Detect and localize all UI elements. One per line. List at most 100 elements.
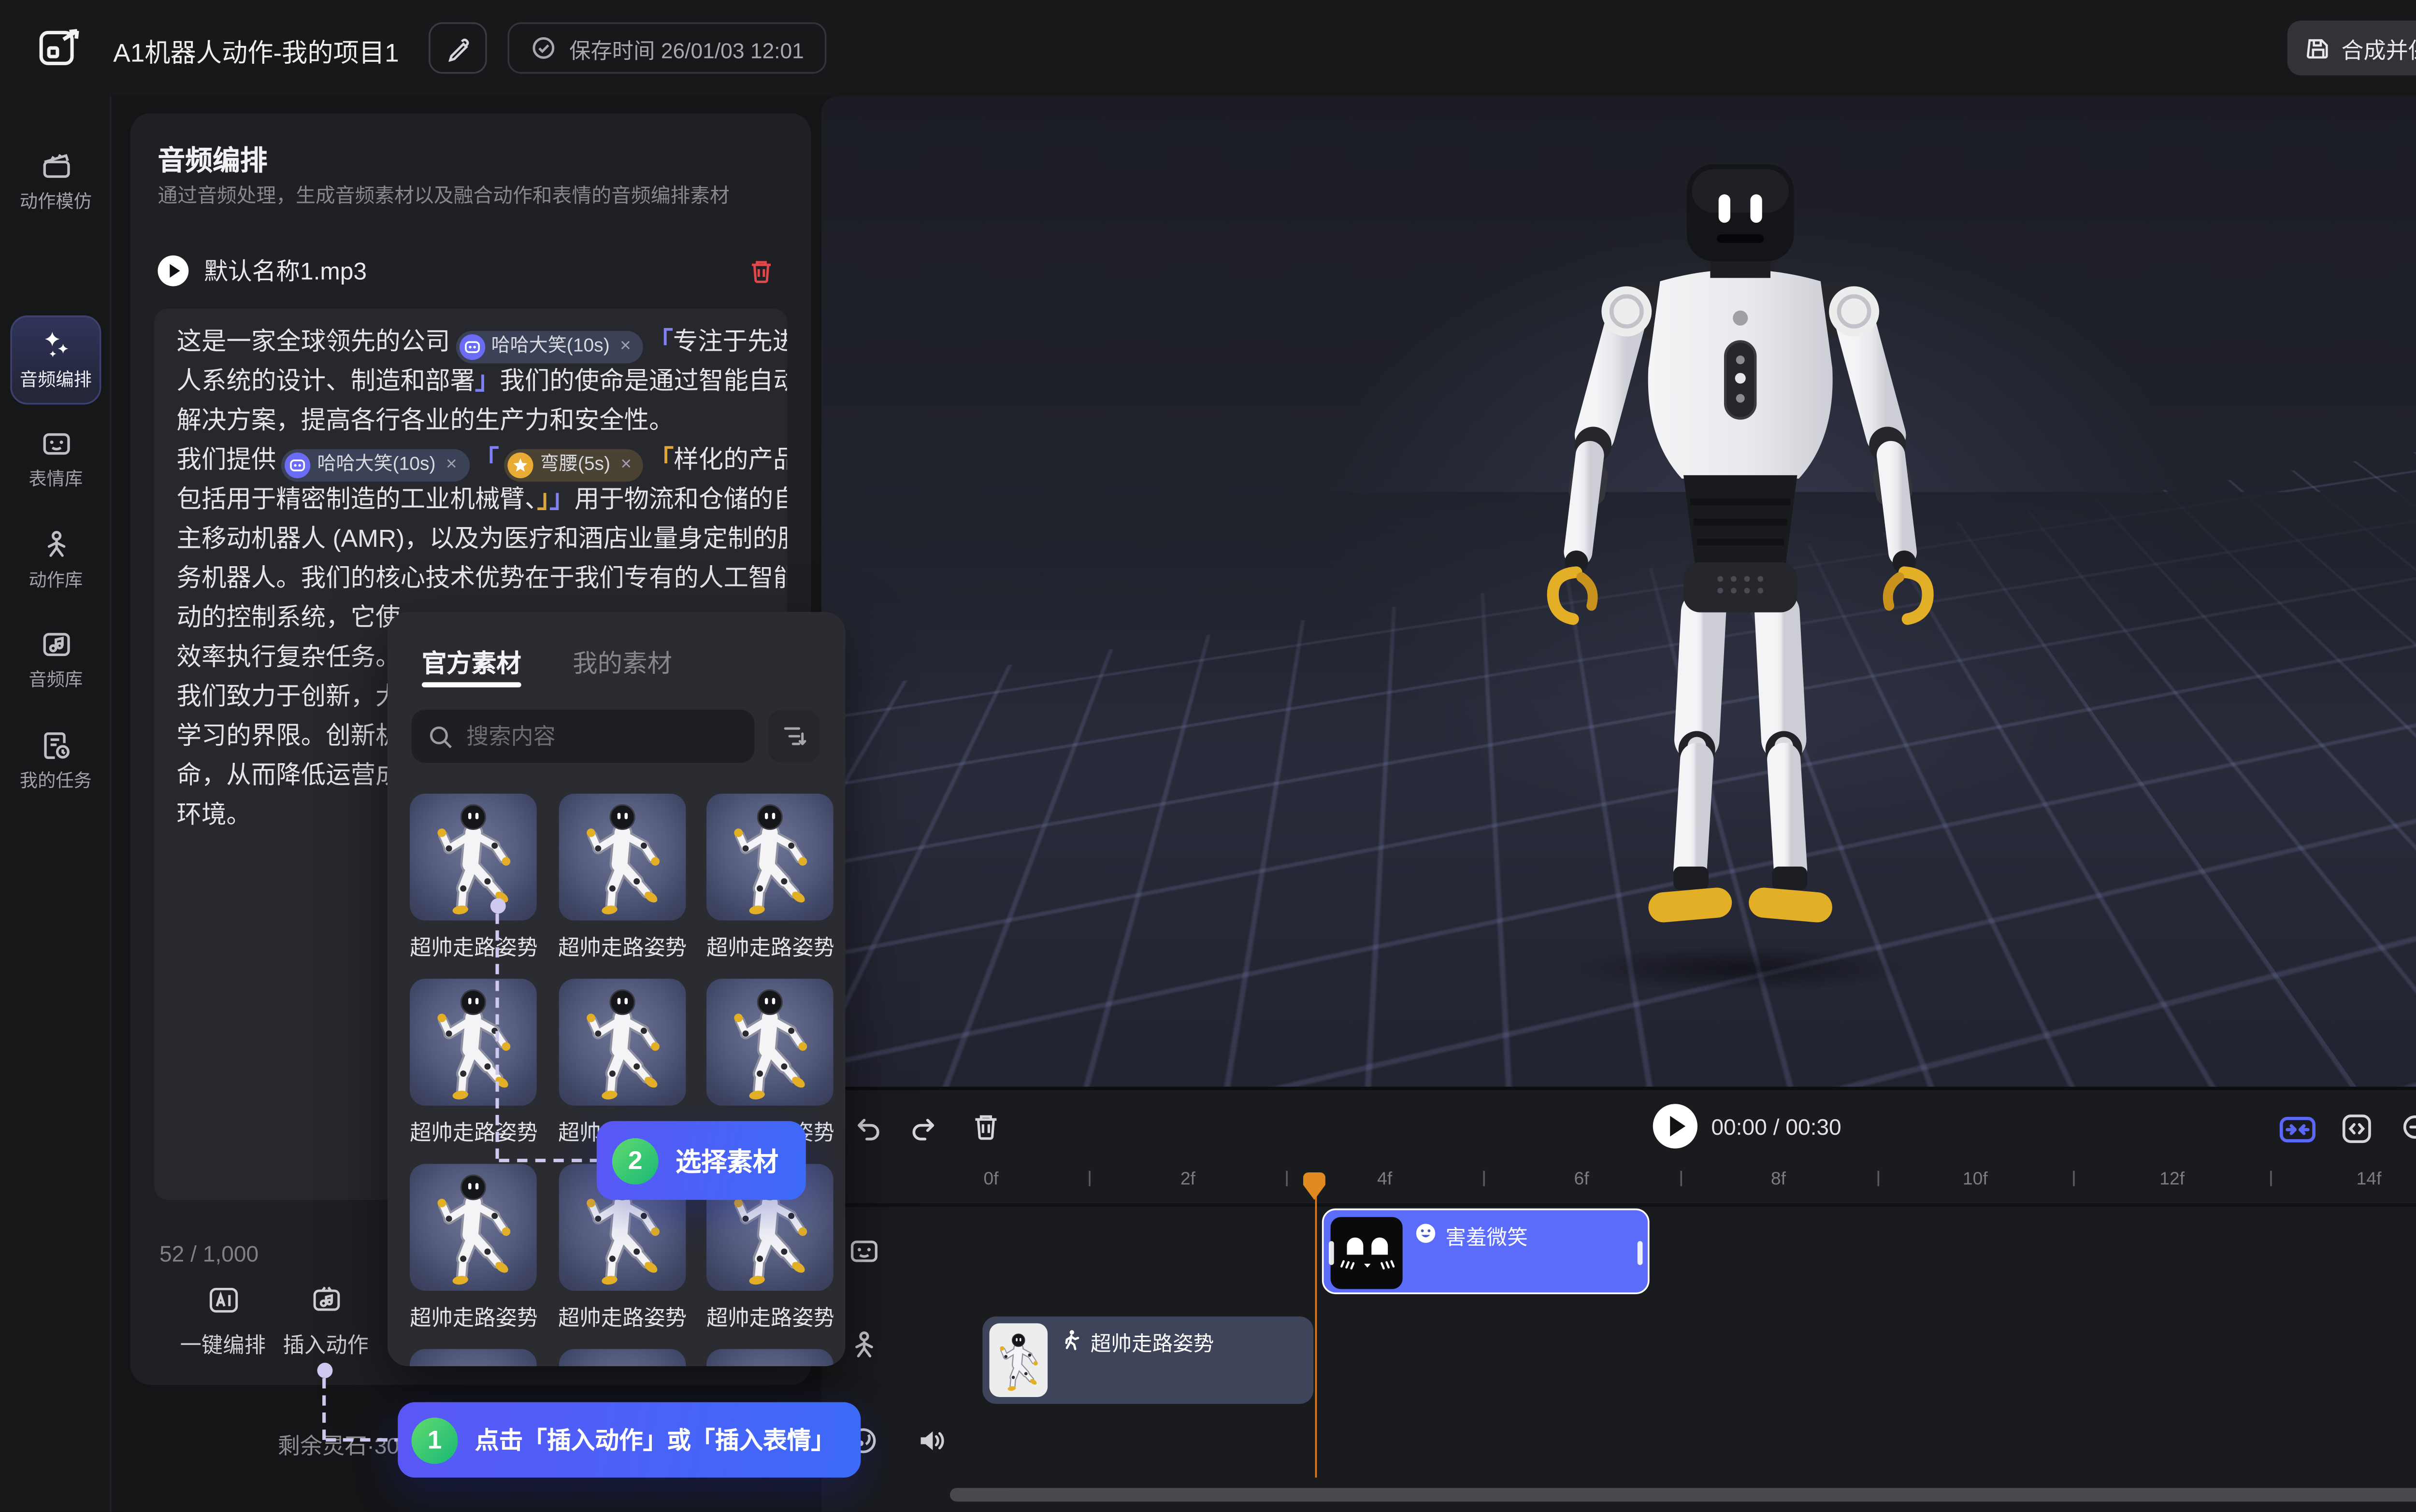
sidebar-item-expression-library[interactable]: 表情库 bbox=[5, 415, 106, 504]
active-tab-underline bbox=[422, 682, 521, 686]
ruler-label: 10f bbox=[1963, 1169, 1988, 1190]
app-root: A1机器人动作-我的项目1 保存时间 26/01/03 12:01 合成并保存 bbox=[0, 0, 2416, 1512]
motion-tag[interactable]: 弯腰(5s)× bbox=[504, 449, 644, 482]
asset-card-partial[interactable] bbox=[410, 1349, 537, 1366]
snap-toggle-icon[interactable] bbox=[2279, 1114, 2316, 1145]
remaining-gems-label: 剩余灵石·300 bbox=[278, 1428, 412, 1460]
rename-button[interactable] bbox=[429, 22, 487, 73]
onboarding-step1: 1 点击「插入动作」或「插入表情」 bbox=[398, 1402, 861, 1478]
asset-card-partial[interactable] bbox=[558, 1349, 685, 1366]
asset-thumbnail bbox=[558, 794, 685, 921]
search-icon bbox=[429, 724, 453, 748]
sidebar-label: 音频库 bbox=[29, 667, 83, 692]
asset-search[interactable] bbox=[412, 710, 755, 763]
tab-official-assets[interactable]: 官方素材 bbox=[422, 644, 521, 681]
tab-my-assets[interactable]: 我的素材 bbox=[573, 644, 672, 681]
save-time-chip[interactable]: 保存时间 26/01/03 12:01 bbox=[507, 22, 826, 73]
timeline-ruler[interactable]: 0f2f4f6f8f10f12f14f16f bbox=[969, 1162, 2416, 1203]
sidebar-item-my-tasks[interactable]: 我的任务 bbox=[5, 716, 106, 806]
robot-model[interactable] bbox=[1483, 151, 1998, 970]
sidebar-label: 动作库 bbox=[29, 568, 83, 593]
expression-track-icon bbox=[847, 1234, 881, 1269]
person-icon bbox=[39, 528, 73, 562]
insert-motion-button[interactable]: 插入动作 bbox=[276, 1282, 375, 1359]
timeline-scrollbar[interactable] bbox=[950, 1488, 2416, 1501]
remove-tag-icon[interactable]: × bbox=[620, 328, 631, 367]
ai-icon bbox=[205, 1282, 241, 1318]
fit-view-icon[interactable] bbox=[2341, 1113, 2373, 1145]
remove-tag-icon[interactable]: × bbox=[620, 446, 632, 485]
sidebar-item-audio-arrange[interactable]: 音频编排 bbox=[10, 315, 101, 405]
annotation-line bbox=[499, 1159, 600, 1162]
asset-card[interactable]: 超帅走路姿势... bbox=[410, 794, 537, 962]
timeline-panel: 00:00 / 00:30 0f2f4f6f8f10f12f14f16f bbox=[821, 1087, 2416, 1512]
expression-clip-label: 害羞微笑 bbox=[1445, 1222, 1527, 1251]
asset-card-label: 超帅走路姿势 bbox=[706, 929, 834, 961]
step1-text: 点击「插入动作」或「插入表情」 bbox=[475, 1423, 835, 1457]
onboarding-step2: 2 选择素材 bbox=[597, 1121, 806, 1200]
synthesize-save-button[interactable]: 合成并保存 bbox=[2287, 21, 2416, 76]
char-counter: 52 / 1,000 bbox=[159, 1241, 259, 1267]
filter-button[interactable] bbox=[768, 710, 820, 763]
asset-card-label: 超帅走路姿势 bbox=[706, 1299, 834, 1332]
expression-tag-icon bbox=[459, 334, 484, 360]
ruler-tick bbox=[1090, 1171, 1092, 1186]
asset-card-partial[interactable] bbox=[706, 1349, 834, 1366]
asset-picker-popup: 官方素材 我的素材 超帅走路姿势...超帅走路姿势超帅走路姿势超帅走路姿势超帅走… bbox=[388, 612, 845, 1366]
undo-icon[interactable] bbox=[852, 1113, 883, 1143]
insert-motion-icon bbox=[308, 1282, 344, 1318]
panel-title: 音频编排 bbox=[158, 137, 267, 178]
redo-icon[interactable] bbox=[909, 1113, 940, 1143]
sidebar-label: 我的任务 bbox=[20, 768, 92, 794]
motion-clip-thumbnail bbox=[989, 1323, 1048, 1397]
ruler-label: 0f bbox=[983, 1169, 998, 1190]
asset-thumbnail bbox=[706, 794, 834, 921]
ruler-tick bbox=[1877, 1171, 1879, 1186]
expression-tag[interactable]: 哈哈大笑(10s)× bbox=[455, 331, 643, 363]
play-button[interactable] bbox=[1653, 1104, 1697, 1148]
audio-play-button[interactable] bbox=[158, 256, 188, 286]
clip-left-handle[interactable] bbox=[1329, 1241, 1334, 1265]
sidebar-item-motion-imitate[interactable]: 动作模仿 bbox=[5, 137, 106, 227]
tasks-icon bbox=[39, 728, 73, 763]
asset-card-label: 超帅走路姿势 bbox=[558, 929, 685, 961]
remove-tag-icon[interactable]: × bbox=[446, 446, 457, 485]
ruler-label: 2f bbox=[1180, 1169, 1195, 1190]
ruler-label: 6f bbox=[1574, 1169, 1589, 1190]
ruler-label: 8f bbox=[1771, 1169, 1786, 1190]
ruler-tick bbox=[2073, 1171, 2075, 1186]
asset-thumbnail bbox=[558, 979, 685, 1106]
save-status-icon bbox=[530, 34, 557, 62]
sidebar-item-audio-library[interactable]: 音频库 bbox=[5, 615, 106, 705]
clip-right-handle[interactable] bbox=[1638, 1241, 1643, 1265]
delete-audio-icon[interactable] bbox=[748, 257, 775, 285]
app-logo-icon bbox=[38, 26, 86, 70]
sidebar-item-motion-library[interactable]: 动作库 bbox=[5, 516, 106, 605]
expression-tag-icon bbox=[285, 453, 310, 478]
sidebar-label: 音频编排 bbox=[20, 367, 92, 392]
time-display: 00:00 / 00:30 bbox=[1711, 1114, 1841, 1140]
motion-clip[interactable]: 超帅走路姿势 bbox=[982, 1316, 1313, 1404]
expression-clip-selected[interactable]: 害羞微笑 bbox=[1322, 1209, 1650, 1294]
asset-card[interactable]: 超帅走路姿势 bbox=[410, 1164, 537, 1332]
asset-card-label: 超帅走路姿势 bbox=[410, 1299, 537, 1332]
asset-card[interactable]: 超帅走路姿势 bbox=[410, 979, 537, 1147]
asset-card[interactable]: 超帅走路姿势 bbox=[706, 794, 834, 962]
delete-clip-icon[interactable] bbox=[970, 1111, 1001, 1141]
one-click-arrange-button[interactable]: 一键编排 bbox=[173, 1282, 273, 1359]
audio-file-name: 默认名称1.mp3 bbox=[204, 254, 732, 288]
viewport-3d[interactable]: Z X Y bbox=[821, 96, 2416, 1087]
asset-thumbnail bbox=[706, 979, 834, 1106]
annotation-dot-insert bbox=[317, 1363, 332, 1378]
step2-text: 选择素材 bbox=[676, 1142, 778, 1179]
sidebar-label: 动作模仿 bbox=[20, 188, 92, 214]
playhead-line[interactable] bbox=[1314, 1176, 1317, 1478]
search-input[interactable] bbox=[466, 723, 723, 749]
step1-number: 1 bbox=[412, 1417, 458, 1463]
pencil-icon bbox=[445, 35, 471, 61]
expression-tag[interactable]: 哈哈大笑(10s)× bbox=[281, 449, 469, 482]
ruler-tick bbox=[1483, 1171, 1485, 1186]
asset-card[interactable]: 超帅走路姿势 bbox=[558, 794, 685, 962]
zoom-out-icon[interactable] bbox=[2401, 1113, 2416, 1145]
ruler-label: 14f bbox=[2357, 1169, 2382, 1190]
